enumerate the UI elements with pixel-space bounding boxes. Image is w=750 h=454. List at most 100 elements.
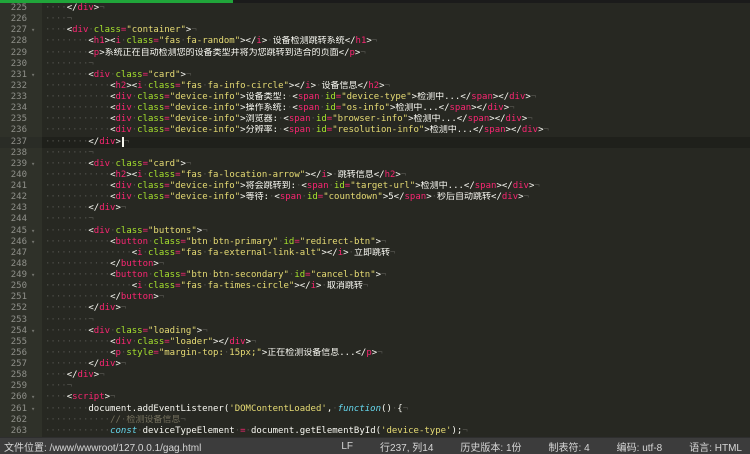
line-number[interactable]: 239 — [0, 159, 30, 170]
fold-toggle-icon[interactable]: ▾ — [30, 404, 42, 415]
code-line[interactable]: 241············<div·class="device-info">… — [0, 181, 750, 192]
fold-toggle-icon[interactable]: ▾ — [30, 326, 42, 337]
line-number[interactable]: 245 — [0, 226, 30, 237]
code-line[interactable]: 238········¬ — [0, 148, 750, 159]
line-number[interactable]: 225 — [0, 3, 30, 14]
code-line[interactable]: 249▾············<button·class="btn·btn-s… — [0, 270, 750, 281]
line-number[interactable]: 243 — [0, 203, 30, 214]
fold-toggle-icon[interactable]: ▾ — [30, 392, 42, 403]
line-number[interactable]: 236 — [0, 125, 30, 136]
line-number[interactable]: 260 — [0, 392, 30, 403]
line-number[interactable]: 226 — [0, 14, 30, 25]
code-line[interactable]: 258····</div>¬ — [0, 370, 750, 381]
line-number[interactable]: 249 — [0, 270, 30, 281]
line-number[interactable]: 233 — [0, 92, 30, 103]
code-line[interactable]: 257········</div>¬ — [0, 359, 750, 370]
code-content: ····¬ — [42, 14, 750, 25]
code-line[interactable]: 254▾········<div·class="loading">¬ — [0, 326, 750, 337]
fold-gutter — [30, 381, 42, 392]
line-number[interactable]: 230 — [0, 59, 30, 70]
line-number[interactable]: 246 — [0, 237, 30, 248]
code-line[interactable]: 244········¬ — [0, 214, 750, 225]
code-line[interactable]: 247················<i·class="fas·fa-exte… — [0, 248, 750, 259]
line-number[interactable]: 262 — [0, 415, 30, 426]
fold-toggle-icon[interactable]: ▾ — [30, 70, 42, 81]
language-selector[interactable]: 语言: HTML — [689, 439, 742, 454]
code-line[interactable]: 253 ········¬ — [0, 315, 750, 326]
fold-toggle-icon[interactable]: ▾ — [30, 237, 42, 248]
code-line[interactable]: 250················<i·class="fas·fa-time… — [0, 281, 750, 292]
code-line[interactable]: 229········<p>系统正在自动检测您的设备类型并将为您跳转到适合的页面… — [0, 48, 750, 59]
line-number[interactable]: 254 — [0, 326, 30, 337]
code-line[interactable]: 263············const·deviceTypeElement·=… — [0, 426, 750, 437]
code-line[interactable]: 226 ····¬ — [0, 14, 750, 25]
code-line[interactable]: 234············<div·class="device-info">… — [0, 103, 750, 114]
code-line[interactable]: 230········¬ — [0, 59, 750, 70]
code-content: ········document.addEventListener('DOMCo… — [42, 404, 750, 415]
fold-toggle-icon[interactable]: ▾ — [30, 159, 42, 170]
code-line[interactable]: 262············//·检测设备信息¬ — [0, 415, 750, 426]
code-line[interactable]: 248············</button>¬ — [0, 259, 750, 270]
code-content: ········¬ — [42, 315, 750, 326]
line-number[interactable]: 256 — [0, 348, 30, 359]
line-number[interactable]: 255 — [0, 337, 30, 348]
code-line[interactable]: 256············<p·style="margin-top:·15p… — [0, 348, 750, 359]
line-number[interactable]: 234 — [0, 103, 30, 114]
code-line[interactable]: 260▾····<script>¬ — [0, 392, 750, 403]
line-number[interactable]: 235 — [0, 114, 30, 125]
line-number[interactable]: 242 — [0, 192, 30, 203]
code-line[interactable]: 246▾············<button·class="btn·btn-p… — [0, 237, 750, 248]
code-line[interactable]: 227▾····<div·class="container">¬ — [0, 25, 750, 36]
encoding-selector[interactable]: 编码: utf-8 — [617, 439, 663, 454]
code-line[interactable]: 236············<div·class="device-info">… — [0, 125, 750, 136]
line-number[interactable]: 238 — [0, 148, 30, 159]
line-number[interactable]: 232 — [0, 81, 30, 92]
line-number[interactable]: 261 — [0, 404, 30, 415]
line-number[interactable]: 248 — [0, 259, 30, 270]
code-line[interactable]: 231▾········<div·class="card">¬ — [0, 70, 750, 81]
code-line[interactable]: 233············<div·class="device-info">… — [0, 92, 750, 103]
code-line[interactable]: 255············<div·class="loader"></div… — [0, 337, 750, 348]
code-content: ········</div>¬ — [42, 303, 750, 314]
code-line[interactable]: 243········</div>¬ — [0, 203, 750, 214]
line-number[interactable]: 228 — [0, 36, 30, 47]
line-number[interactable]: 227 — [0, 25, 30, 36]
code-line[interactable]: 239▾········<div·class="card">¬ — [0, 159, 750, 170]
line-number[interactable]: 263 — [0, 426, 30, 437]
fold-toggle-icon[interactable]: ▾ — [30, 25, 42, 36]
tab-size[interactable]: 制表符: 4 — [549, 439, 590, 454]
code-line[interactable]: 242············<div·class="device-info">… — [0, 192, 750, 203]
code-editor[interactable]: 225····</div>¬226 ····¬227▾····<div·class… — [0, 3, 750, 437]
code-line[interactable]: 261▾········document.addEventListener('D… — [0, 404, 750, 415]
code-line[interactable]: 259····¬ — [0, 381, 750, 392]
line-number[interactable]: 247 — [0, 248, 30, 259]
fold-toggle-icon[interactable]: ▾ — [30, 226, 42, 237]
code-line[interactable]: 251············</button>¬ — [0, 292, 750, 303]
line-ending-indicator: LF — [341, 441, 353, 452]
line-number[interactable]: 251 — [0, 292, 30, 303]
line-number[interactable]: 250 — [0, 281, 30, 292]
line-number[interactable]: 259 — [0, 381, 30, 392]
invisible-eol: ¬ — [372, 36, 377, 46]
code-line[interactable]: 252 ········</div>¬ — [0, 303, 750, 314]
code-line[interactable]: 225····</div>¬ — [0, 3, 750, 14]
line-number[interactable]: 229 — [0, 48, 30, 59]
line-number[interactable]: 244 — [0, 214, 30, 225]
fold-toggle-icon[interactable]: ▾ — [30, 270, 42, 281]
line-number[interactable]: 252 — [0, 303, 30, 314]
line-number[interactable]: 240 — [0, 170, 30, 181]
code-line[interactable]: 235············<div·class="device-info">… — [0, 114, 750, 125]
line-number[interactable]: 258 — [0, 370, 30, 381]
fold-gutter — [30, 103, 42, 114]
code-line[interactable]: 228········<h1><i·class="fas·fa-random">… — [0, 36, 750, 47]
code-line[interactable]: 240············<h2><i·class="fas·fa-loca… — [0, 170, 750, 181]
line-number[interactable]: 253 — [0, 315, 30, 326]
code-line[interactable]: 245▾········<div·class="buttons">¬ — [0, 226, 750, 237]
line-number[interactable]: 241 — [0, 181, 30, 192]
history-versions[interactable]: 历史版本: 1份 — [460, 439, 521, 454]
line-number[interactable]: 237 — [0, 137, 30, 148]
code-line[interactable]: 232············<h2><i·class="fas·fa-info… — [0, 81, 750, 92]
line-number[interactable]: 257 — [0, 359, 30, 370]
line-number[interactable]: 231 — [0, 70, 30, 81]
code-line[interactable]: 237········</div>¬ — [0, 137, 750, 148]
